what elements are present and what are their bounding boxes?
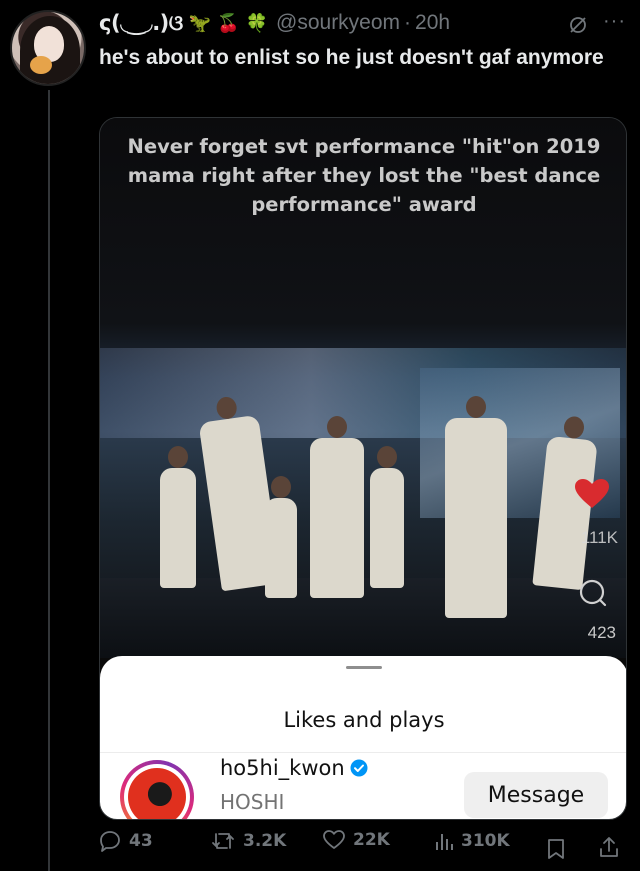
sheet-grabber[interactable] <box>346 666 382 669</box>
liker-username[interactable]: ho5hi_kwon <box>220 756 345 780</box>
user-handle[interactable]: @sourkyeom <box>276 11 400 35</box>
dancer <box>370 446 404 588</box>
liker-username-row: ho5hi_kwon <box>220 756 368 780</box>
liker-fullname: HOSHI <box>220 790 285 814</box>
author-avatar[interactable] <box>10 10 86 86</box>
views-count: 310K <box>461 831 510 851</box>
bookmark-icon[interactable] <box>547 838 565 860</box>
post-header: ς(◟‿◞.)ଓ 🦖 🍒 🍀 @sourkyeom · 20h ··· <box>99 8 626 38</box>
video-like-count: 111K <box>580 528 618 547</box>
like-action[interactable]: 22K <box>323 830 390 850</box>
tweet-text: he's about to enlist so he just doesn't … <box>99 46 604 69</box>
like-count: 22K <box>353 830 390 850</box>
separator-dot: · <box>404 11 412 34</box>
repost-action[interactable]: 3.2K <box>211 830 286 852</box>
clover-emoji: 🍀 <box>245 12 269 33</box>
heart-icon[interactable] <box>574 478 610 510</box>
dinosaur-emoji: 🦖 <box>188 12 212 33</box>
dancer <box>310 416 364 598</box>
repost-count: 3.2K <box>243 831 287 851</box>
liker-avatar[interactable] <box>120 760 194 819</box>
share-icon[interactable] <box>599 836 619 858</box>
dancer <box>160 446 196 588</box>
likes-sheet: Likes and plays ho5hi_kwon HOSHI Message <box>100 656 626 819</box>
sheet-title: Likes and plays <box>283 708 445 732</box>
views-icon <box>436 834 453 850</box>
grok-icon[interactable] <box>568 15 588 35</box>
display-name[interactable]: ς(◟‿◞.)ଓ <box>99 11 183 36</box>
media-container[interactable]: Never forget svt performance "hit"on 201… <box>99 117 627 820</box>
action-bar: 43 3.2K 22K 310K <box>99 830 629 866</box>
video-comment-count: 423 <box>587 623 616 642</box>
sheet-divider <box>100 752 626 753</box>
reply-count: 43 <box>129 831 153 851</box>
thread-line <box>48 90 50 871</box>
comment-icon[interactable] <box>578 578 608 608</box>
cherry-emoji: 🍒 <box>217 12 240 33</box>
views-action[interactable]: 310K <box>435 830 510 852</box>
video-frame[interactable]: Never forget svt performance "hit"on 201… <box>100 118 626 658</box>
reply-action[interactable]: 43 <box>99 830 153 852</box>
verified-badge-icon <box>350 759 368 777</box>
dancer <box>265 476 297 598</box>
dancer <box>445 396 507 618</box>
message-button[interactable]: Message <box>464 772 608 818</box>
avatar-food <box>30 56 52 74</box>
repost-icon <box>212 833 234 849</box>
reply-icon <box>100 831 120 852</box>
like-icon <box>323 830 345 849</box>
post-time[interactable]: 20h <box>415 11 450 35</box>
video-caption: Never forget svt performance "hit"on 201… <box>127 135 601 216</box>
more-options-icon[interactable]: ··· <box>603 10 626 33</box>
